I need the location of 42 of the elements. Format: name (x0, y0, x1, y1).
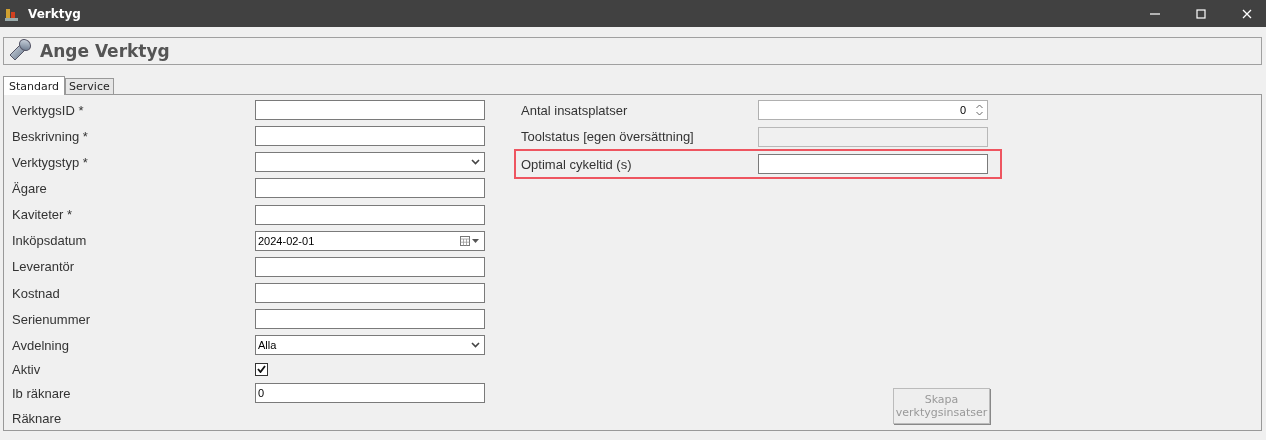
spinner-arrows-icon (976, 104, 983, 117)
field-label: Räknare (12, 410, 63, 426)
field-label: Avdelning (12, 337, 70, 353)
number-spinner[interactable]: 0 (758, 100, 988, 121)
checkmark-icon (257, 365, 266, 374)
dropdown[interactable]: Alla (255, 335, 485, 356)
checkbox[interactable] (255, 362, 268, 376)
tab[interactable]: Service (65, 78, 114, 94)
page-heading: Ange Verktyg (40, 41, 170, 61)
field-label: VerktygsID * (12, 102, 85, 118)
input-field[interactable] (255, 283, 485, 304)
field-label: Optimal cykeltid (s) (521, 156, 633, 172)
input-field[interactable] (255, 309, 485, 330)
window-title: Verktyg (28, 6, 81, 21)
input-field[interactable] (255, 100, 485, 121)
close-icon[interactable] (1242, 8, 1252, 19)
maximize-icon[interactable] (1196, 8, 1206, 19)
input-field[interactable] (758, 154, 988, 174)
tab[interactable]: Standard (3, 76, 66, 95)
dropdown[interactable] (255, 152, 485, 173)
field-label: Verktygstyp * (12, 154, 89, 170)
bolt-icon (7, 39, 33, 63)
input-field[interactable] (255, 204, 485, 225)
field-label: Inköpsdatum (12, 233, 88, 249)
input-field[interactable] (255, 178, 485, 199)
field-label: Toolstatus [egen översättning] (521, 129, 695, 145)
input-field[interactable] (255, 256, 485, 277)
field-label: Serienummer (12, 311, 92, 327)
field-label: Leverantör (12, 259, 76, 275)
chevron-down-icon (471, 342, 480, 349)
chevron-down-icon (471, 159, 480, 166)
field-label: Ib räknare (12, 385, 72, 401)
field-label: Aktiv (12, 361, 42, 377)
field-label: Ägare (12, 181, 48, 196)
field-label: Kostnad (12, 285, 61, 301)
field-label: Beskrivning * (12, 128, 89, 144)
field-label: Antal insatsplatser (521, 102, 629, 118)
input-field[interactable]: 0 (255, 383, 485, 404)
date-picker[interactable]: 2024-02-01 (255, 230, 485, 251)
field-label: Kaviteter * (12, 207, 73, 223)
input-field[interactable] (255, 126, 485, 147)
calendar-icon (460, 235, 480, 246)
